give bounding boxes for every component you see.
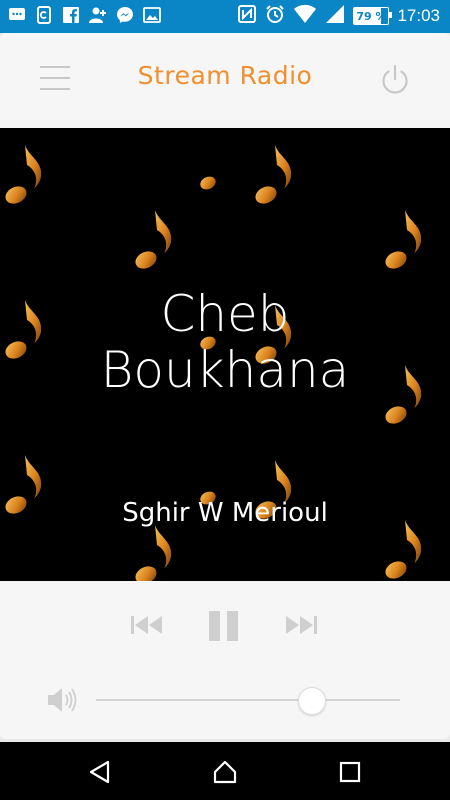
volume-slider-thumb[interactable] [297, 687, 326, 715]
skip-previous-icon[interactable] [130, 613, 164, 641]
pause-icon[interactable] [208, 609, 240, 647]
facebook-icon [62, 6, 80, 24]
wifi-icon [293, 4, 317, 28]
home-icon[interactable] [211, 758, 239, 786]
player-card: Stream Radio Cheb Boukhana Sghir W Merio… [0, 33, 450, 739]
clock: 17:03 [397, 6, 440, 25]
playback-controls [0, 581, 450, 739]
song-title-line-1: Cheb [160, 285, 290, 343]
clipboard-icon [35, 6, 53, 24]
skip-next-icon[interactable] [284, 613, 318, 641]
navigation-bar [0, 742, 450, 800]
music-note-icon [130, 523, 173, 581]
messenger-icon [116, 6, 134, 24]
alarm-icon [265, 4, 285, 28]
battery-icon: 79 % [353, 7, 393, 25]
recents-square-icon[interactable] [336, 758, 364, 786]
status-bar: 79 % 17:03 [0, 0, 450, 33]
image-icon [143, 6, 161, 24]
system-status-icons: 79 % 17:03 [237, 4, 440, 28]
power-icon[interactable] [378, 63, 412, 97]
chat-bubble-icon [8, 6, 26, 24]
artist-name: Sghir W Merioul [122, 498, 328, 528]
music-note-icon [130, 208, 173, 274]
speaker-icon[interactable] [46, 685, 78, 715]
album-artwork: Cheb Boukhana Sghir W Merioul [0, 128, 450, 581]
music-note-icon [380, 518, 423, 581]
music-note-icon [0, 143, 43, 209]
signal-icon [325, 4, 345, 28]
notification-icons [8, 6, 161, 24]
music-note-icon [196, 137, 220, 194]
music-note-icon [380, 208, 423, 274]
back-triangle-icon[interactable] [86, 758, 114, 786]
nfc-icon [237, 4, 257, 28]
song-title-line-2: Boukhana [100, 341, 350, 399]
volume-slider-track[interactable] [96, 699, 400, 701]
battery-percent: 79 % [356, 9, 387, 23]
music-note-icon [250, 143, 293, 209]
app-bar: Stream Radio [0, 33, 450, 128]
song-title: Cheb Boukhana [0, 286, 450, 398]
add-person-icon [89, 6, 107, 24]
